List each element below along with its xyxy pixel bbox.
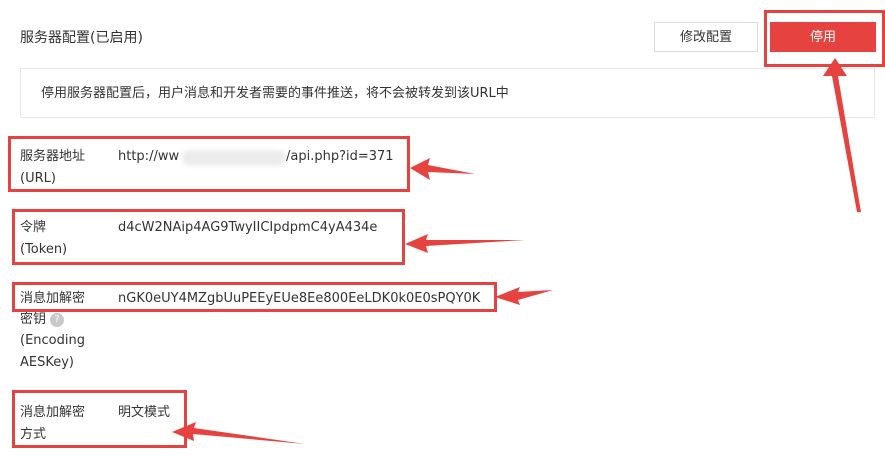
arrow-to-token xyxy=(405,234,525,253)
arrow-to-disable xyxy=(823,58,861,212)
arrow-to-aes-key xyxy=(495,287,553,305)
arrow-to-mode xyxy=(172,422,305,444)
arrow-to-url xyxy=(410,158,475,180)
annotation-arrows xyxy=(172,58,861,444)
